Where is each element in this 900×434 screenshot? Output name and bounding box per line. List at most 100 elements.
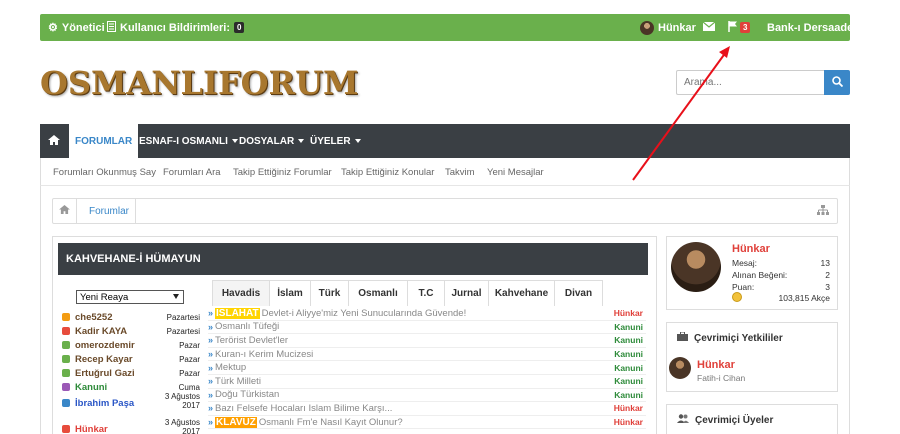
bank-label: Bank-ı Dersaadet: [767, 21, 857, 34]
bank-link[interactable]: Bank-ı Dersaadet: [767, 14, 857, 41]
user-join-date: Pazar: [179, 340, 200, 350]
notifications-link[interactable]: Kullanıcı Bildirimleri: 0: [107, 14, 245, 41]
topic-row[interactable]: » KLAVUZ Osmanlı Fm'e Nasıl Kayıt Olunur? H…: [208, 416, 646, 430]
user-list-item[interactable]: Kadir KAYA Pazartesi: [62, 324, 200, 338]
topic-title[interactable]: Kuran-ı Kerim Mucizesi: [215, 349, 313, 360]
online-staff-title: Çevrimiçi Yetkililer: [677, 323, 783, 353]
coins-value: 103,815 Akçe: [778, 293, 830, 303]
tab-tc[interactable]: T.C: [407, 280, 445, 306]
briefcase-icon: [677, 331, 688, 344]
topic-row[interactable]: » Kuran-ı Kerim Mucizesi Kanuni: [208, 348, 646, 362]
subnav-mark-read[interactable]: Forumları Okunmuş Say: [53, 158, 156, 186]
user-join-date: Pazartesi: [166, 326, 200, 336]
profile-avatar[interactable]: [671, 242, 721, 292]
tab-osmanli[interactable]: Osmanlı: [348, 280, 408, 306]
profile-name[interactable]: Hünkar: [732, 243, 770, 255]
subnav-calendar[interactable]: Takvim: [445, 158, 475, 186]
tab-uyeler[interactable]: ÜYELER: [310, 124, 361, 158]
topic-author[interactable]: Kanuni: [614, 322, 643, 332]
user-list-item[interactable]: İbrahim Paşa 3 Ağustos 2017: [62, 392, 200, 410]
top-bar: ⚙ Yönetici Kullanıcı Bildirimleri: 0 Hün…: [40, 14, 857, 41]
user-name[interactable]: Kanuni: [75, 382, 107, 393]
stat-messages: Mesaj: 13: [732, 258, 830, 268]
subnav-watched-forums[interactable]: Takip Ettiğiniz Forumlar: [233, 158, 332, 186]
stat-label: Alınan Beğeni:: [732, 270, 788, 280]
staff-avatar[interactable]: [669, 357, 691, 379]
search-button[interactable]: [824, 70, 850, 95]
alerts-button[interactable]: 3: [728, 14, 751, 41]
topic-author[interactable]: Hünkar: [614, 417, 643, 427]
user-list-item[interactable]: che5252 Pazartesi: [62, 310, 200, 324]
user-name[interactable]: omerozdemir: [75, 340, 135, 351]
user-name[interactable]: Ertuğrul Gazi: [75, 368, 135, 379]
user-name[interactable]: Hünkar: [75, 424, 108, 434]
double-chevron-right-icon: »: [208, 335, 214, 346]
topic-title[interactable]: Osmanlı Tüfeği: [215, 321, 279, 332]
online-staff-label: Çevrimiçi Yetkililer: [694, 332, 783, 344]
topic-author[interactable]: Kanuni: [614, 390, 643, 400]
topic-row[interactable]: » Doğu Türkistan Kanuni: [208, 389, 646, 403]
topic-title[interactable]: Türk Milleti: [215, 376, 261, 387]
user-name[interactable]: İbrahim Paşa: [75, 398, 134, 409]
tab-jurnal[interactable]: Jurnal: [444, 280, 489, 306]
notifications-label: Kullanıcı Bildirimleri:: [120, 21, 231, 34]
tab-havadis[interactable]: Havadis: [212, 280, 270, 306]
breadcrumb: Forumlar: [52, 198, 838, 224]
admin-link[interactable]: ⚙ Yönetici: [48, 14, 105, 41]
topic-row[interactable]: » Mektup Kanuni: [208, 361, 646, 375]
topic-author[interactable]: Hünkar: [614, 403, 643, 413]
topic-row[interactable]: » Bazı Felsefe Hocaları Islam Bilime Karş…: [208, 402, 646, 416]
breadcrumb-forumlar[interactable]: Forumlar: [89, 199, 129, 223]
topic-author[interactable]: Kanuni: [614, 335, 643, 345]
online-members-box: Çevrimiçi Üyeler: [666, 404, 838, 434]
tab-label: FORUMLAR: [75, 135, 133, 147]
tab-kahvehane[interactable]: Kahvehane: [488, 280, 555, 306]
sitemap-icon[interactable]: [817, 205, 829, 218]
topic-author[interactable]: Hünkar: [614, 308, 643, 318]
breadcrumb-home[interactable]: [53, 199, 77, 223]
topic-author[interactable]: Kanuni: [614, 349, 643, 359]
user-group-select[interactable]: Yeni Reaya: [76, 290, 184, 304]
user-menu[interactable]: Hünkar: [640, 14, 696, 41]
user-name[interactable]: che5252: [75, 312, 113, 323]
topic-row[interactable]: » ISLAHAT Devlet-i Aliyye'miz Yeni Sunucul…: [208, 307, 646, 321]
subnav-new-posts[interactable]: Yeni Mesajlar: [487, 158, 544, 186]
nav-home-button[interactable]: [40, 124, 68, 158]
topic-row[interactable]: » Terörist Devlet'ler Kanuni: [208, 334, 646, 348]
user-name[interactable]: Recep Kayar: [75, 354, 133, 365]
alerts-count-badge: 3: [740, 22, 751, 33]
user-name: Hünkar: [658, 21, 696, 34]
topic-row[interactable]: » Türk Milleti Kanuni: [208, 375, 646, 389]
staff-name[interactable]: Hünkar: [697, 359, 735, 371]
tab-divan[interactable]: Divan: [554, 280, 603, 306]
user-list-item[interactable]: Ertuğrul Gazi Pazar: [62, 366, 200, 380]
topic-title[interactable]: Mektup: [215, 362, 246, 373]
user-list-item[interactable]: Hünkar 3 Ağustos 2017: [62, 418, 200, 434]
double-chevron-right-icon: »: [208, 417, 214, 428]
topic-title[interactable]: Doğu Türkistan: [215, 389, 279, 400]
user-join-date: Pazar: [179, 368, 200, 378]
subnav-watched-threads[interactable]: Takip Ettiğiniz Konular: [341, 158, 434, 186]
topic-prefix-badge: KLAVUZ: [215, 416, 257, 428]
user-list-item[interactable]: Recep Kayar Pazar: [62, 352, 200, 366]
tab-forumlar[interactable]: FORUMLAR: [69, 124, 139, 158]
topic-title[interactable]: Osmanlı Fm'e Nasıl Kayıt Olunur?: [259, 417, 403, 428]
topic-author[interactable]: Kanuni: [614, 363, 643, 373]
topic-row[interactable]: » Osmanlı Tüfeği Kanuni: [208, 321, 646, 335]
topic-title[interactable]: Devlet-i Aliyye'miz Yeni Sunucularında G…: [262, 308, 467, 319]
tab-turk[interactable]: Türk: [310, 280, 349, 306]
topic-author[interactable]: Kanuni: [614, 376, 643, 386]
user-name[interactable]: Kadir KAYA: [75, 326, 127, 337]
subnav-search-forums[interactable]: Forumları Ara: [163, 158, 221, 186]
tab-esnaf[interactable]: ESNAF-I OSMANLI: [139, 124, 238, 158]
chevron-down-icon: [173, 294, 179, 299]
topic-title[interactable]: Bazı Felsefe Hocaları Islam Bilime Karşı…: [215, 403, 392, 414]
topic-title[interactable]: Terörist Devlet'ler: [215, 335, 288, 346]
site-logo[interactable]: OSMANLIFORUM: [40, 64, 358, 102]
user-status-icon: [62, 327, 70, 335]
search-input[interactable]: [676, 70, 824, 95]
tab-dosyalar[interactable]: DOSYALAR: [239, 124, 305, 158]
tab-islam[interactable]: İslam: [269, 280, 311, 306]
user-list-item[interactable]: omerozdemir Pazar: [62, 338, 200, 352]
inbox-button[interactable]: [702, 14, 716, 41]
